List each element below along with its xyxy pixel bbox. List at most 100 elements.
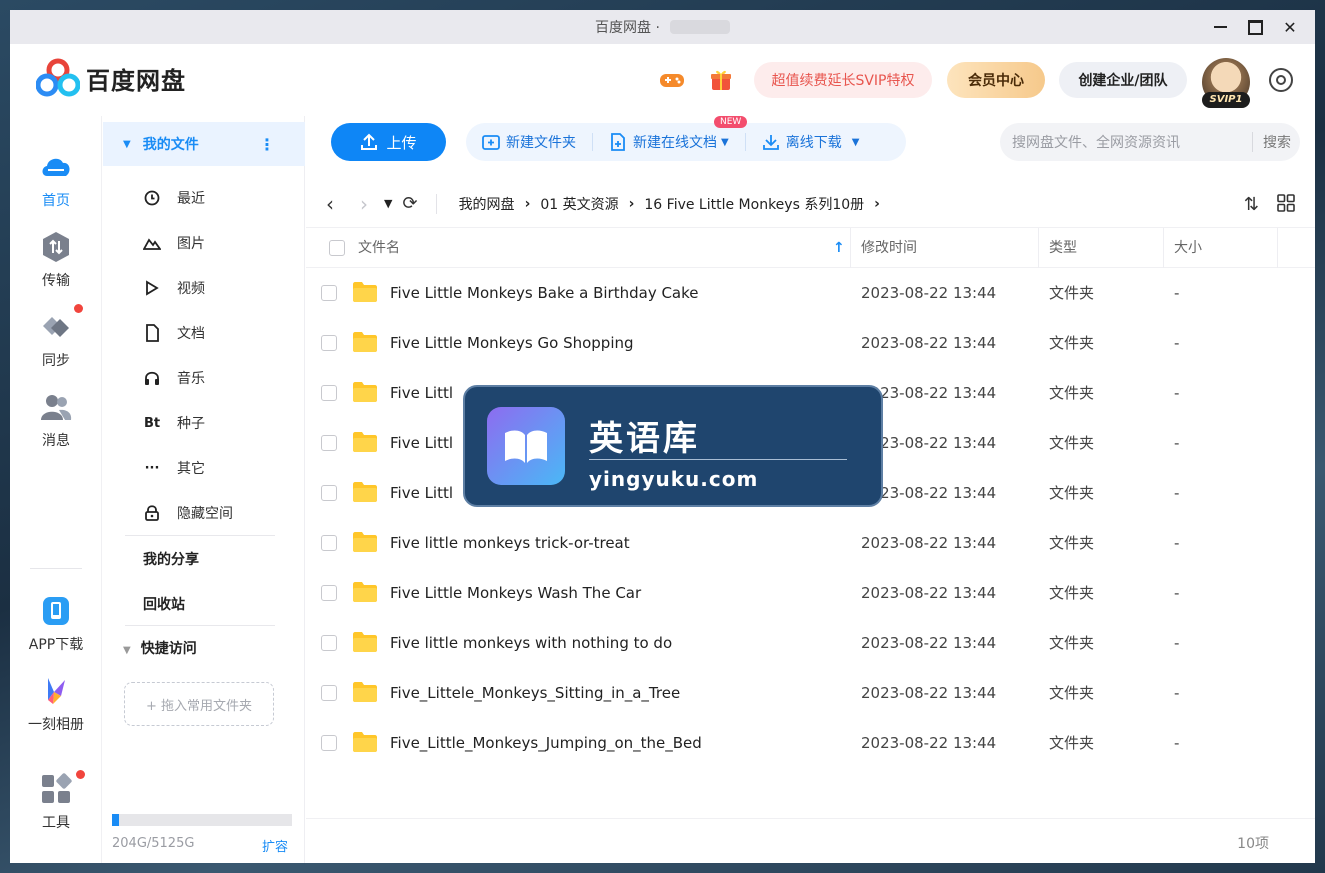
- watermark-url: yingyuku.com: [589, 467, 759, 491]
- row-checkbox[interactable]: [321, 735, 337, 751]
- create-team-button[interactable]: 创建企业/团队: [1059, 62, 1187, 98]
- expand-storage-link[interactable]: 扩容: [262, 836, 288, 855]
- game-icon[interactable]: [658, 66, 686, 94]
- close-button[interactable]: ✕: [1273, 10, 1307, 44]
- table-row[interactable]: Five_Littele_Monkeys_Sitting_in_a_Tree 20…: [306, 668, 1315, 718]
- caret-down-icon: ▼: [721, 136, 729, 148]
- header-name[interactable]: 文件名: [358, 228, 851, 268]
- nav-item-recent[interactable]: 最近: [143, 186, 205, 210]
- gift-icon[interactable]: [707, 66, 735, 94]
- nav-item-hidden-space[interactable]: 隐藏空间: [143, 501, 233, 525]
- nav-divider: [125, 535, 275, 536]
- file-name[interactable]: Five_Littele_Monkeys_Sitting_in_a_Tree: [390, 668, 850, 718]
- header-modified-time[interactable]: 修改时间: [851, 228, 1039, 268]
- sync-notification-dot: [74, 304, 83, 313]
- file-name[interactable]: Five Little Monkeys Go Shopping: [390, 318, 850, 368]
- table-row[interactable]: Five Little Monkeys Go Shopping 2023-08-2…: [306, 318, 1315, 368]
- file-name[interactable]: Five Little Monkeys Wash The Car: [390, 568, 850, 618]
- nav-item-images[interactable]: 图片: [143, 231, 205, 255]
- rail-item-album[interactable]: 一刻相册: [10, 674, 102, 734]
- file-name[interactable]: Five Little Monkeys Bake a Birthday Cake: [390, 268, 850, 318]
- new-online-doc-button[interactable]: 新建在线文档 ▼: [609, 132, 729, 152]
- rail-item-transfer[interactable]: 传输: [10, 230, 102, 290]
- offline-download-button[interactable]: 离线下载 ▼: [762, 132, 859, 152]
- kebab-menu-icon[interactable]: ⋮: [259, 135, 275, 154]
- minimize-button[interactable]: [1203, 10, 1237, 44]
- breadcrumb-divider: [435, 193, 437, 214]
- row-checkbox[interactable]: [321, 485, 337, 501]
- svip-promo-button[interactable]: 超值续费延长SVIP特权: [754, 62, 932, 98]
- breadcrumb-item[interactable]: 我的网盘: [459, 194, 515, 214]
- row-checkbox[interactable]: [321, 335, 337, 351]
- new-badge: NEW: [714, 116, 748, 128]
- chevron-right-icon[interactable]: ›: [874, 196, 880, 212]
- nav-item-documents[interactable]: 文档: [143, 321, 205, 345]
- row-checkbox[interactable]: [321, 385, 337, 401]
- file-name[interactable]: Five_Little_Monkeys_Jumping_on_the_Bed: [390, 718, 850, 768]
- nav-recycle-bin[interactable]: 回收站: [143, 594, 185, 614]
- select-all-checkbox[interactable]: [329, 240, 345, 256]
- document-icon: [143, 324, 161, 342]
- settings-icon[interactable]: [1269, 68, 1293, 92]
- table-row[interactable]: Five Little Monkeys Bake a Birthday Cake…: [306, 268, 1315, 318]
- nav-quick-access[interactable]: ▼ 快捷访问: [123, 638, 197, 658]
- vip-center-button[interactable]: 会员中心: [947, 62, 1045, 98]
- rail-item-messages[interactable]: 消息: [10, 390, 102, 450]
- history-dropdown-icon[interactable]: ▼: [384, 197, 392, 210]
- refresh-icon[interactable]: ⟳: [402, 193, 417, 214]
- maximize-button[interactable]: [1238, 10, 1272, 44]
- header-size[interactable]: 大小: [1164, 228, 1278, 268]
- row-checkbox[interactable]: [321, 285, 337, 301]
- avatar[interactable]: SVIP1: [1202, 58, 1250, 108]
- nav-label-torrents: 种子: [177, 416, 205, 432]
- file-name[interactable]: Five little monkeys trick-or-treat: [390, 518, 850, 568]
- grid-view-icon[interactable]: [1277, 194, 1295, 217]
- new-folder-button[interactable]: 新建文件夹: [482, 132, 576, 152]
- file-type: 文件夹: [1049, 434, 1095, 452]
- upload-button[interactable]: 上传: [331, 123, 446, 161]
- toolbar-divider: [744, 133, 746, 151]
- row-checkbox[interactable]: [321, 585, 337, 601]
- nav-item-videos[interactable]: 视频: [143, 276, 205, 300]
- search-button[interactable]: 搜索: [1263, 132, 1291, 152]
- header-type[interactable]: 类型: [1039, 228, 1164, 268]
- watermark-divider: [589, 459, 847, 460]
- watermark-title: 英语库: [589, 419, 700, 459]
- nav-item-music[interactable]: 音乐: [143, 366, 205, 390]
- rail-label-transfer: 传输: [42, 273, 70, 289]
- nav-my-files[interactable]: ▼ 我的文件 ⋮: [103, 122, 305, 166]
- sort-ascending-icon[interactable]: ↑: [833, 228, 845, 268]
- row-checkbox[interactable]: [321, 435, 337, 451]
- left-rail: 首页 传输 同步 消息 APP下载 一刻相册 工具: [10, 116, 102, 863]
- breadcrumb-item[interactable]: 01 英文资源: [540, 194, 618, 214]
- table-row[interactable]: Five Little Monkeys Wash The Car 2023-08-…: [306, 568, 1315, 618]
- folder-icon: [353, 532, 377, 552]
- transfer-icon: [43, 232, 69, 262]
- nav-my-share[interactable]: 我的分享: [143, 549, 199, 569]
- row-checkbox[interactable]: [321, 685, 337, 701]
- table-row[interactable]: Five little monkeys with nothing to do 20…: [306, 618, 1315, 668]
- search-box[interactable]: 搜网盘文件、全网资源资讯 搜索: [1000, 123, 1300, 161]
- nav-item-other[interactable]: ··· 其它: [143, 456, 205, 480]
- rail-item-home[interactable]: 首页: [10, 150, 102, 210]
- app-logo[interactable]: 百度网盘: [36, 58, 186, 98]
- row-checkbox[interactable]: [321, 535, 337, 551]
- rail-item-app-download[interactable]: APP下载: [10, 594, 102, 654]
- table-row[interactable]: Five_Little_Monkeys_Jumping_on_the_Bed 20…: [306, 718, 1315, 768]
- download-icon: [762, 133, 780, 151]
- file-name[interactable]: Five little monkeys with nothing to do: [390, 618, 850, 668]
- drop-folder-zone[interactable]: + 拖入常用文件夹: [124, 682, 274, 726]
- sort-icon[interactable]: ⇅: [1244, 194, 1259, 217]
- row-checkbox[interactable]: [321, 635, 337, 651]
- back-arrow-icon[interactable]: ‹: [326, 192, 334, 216]
- rail-item-tools[interactable]: 工具: [10, 772, 102, 832]
- search-input[interactable]: 搜网盘文件、全网资源资讯: [1012, 132, 1252, 152]
- tools-notification-dot: [76, 770, 85, 779]
- breadcrumb-item[interactable]: 16 Five Little Monkeys 系列10册: [644, 194, 864, 214]
- file-type: 文件夹: [1049, 534, 1095, 552]
- nav-item-torrents[interactable]: Bt 种子: [143, 411, 205, 435]
- table-row[interactable]: Five little monkeys trick-or-treat 2023-0…: [306, 518, 1315, 568]
- rail-item-sync[interactable]: 同步: [10, 310, 102, 370]
- window-title: 百度网盘 ·: [595, 20, 660, 36]
- forward-arrow-icon[interactable]: ›: [360, 192, 368, 216]
